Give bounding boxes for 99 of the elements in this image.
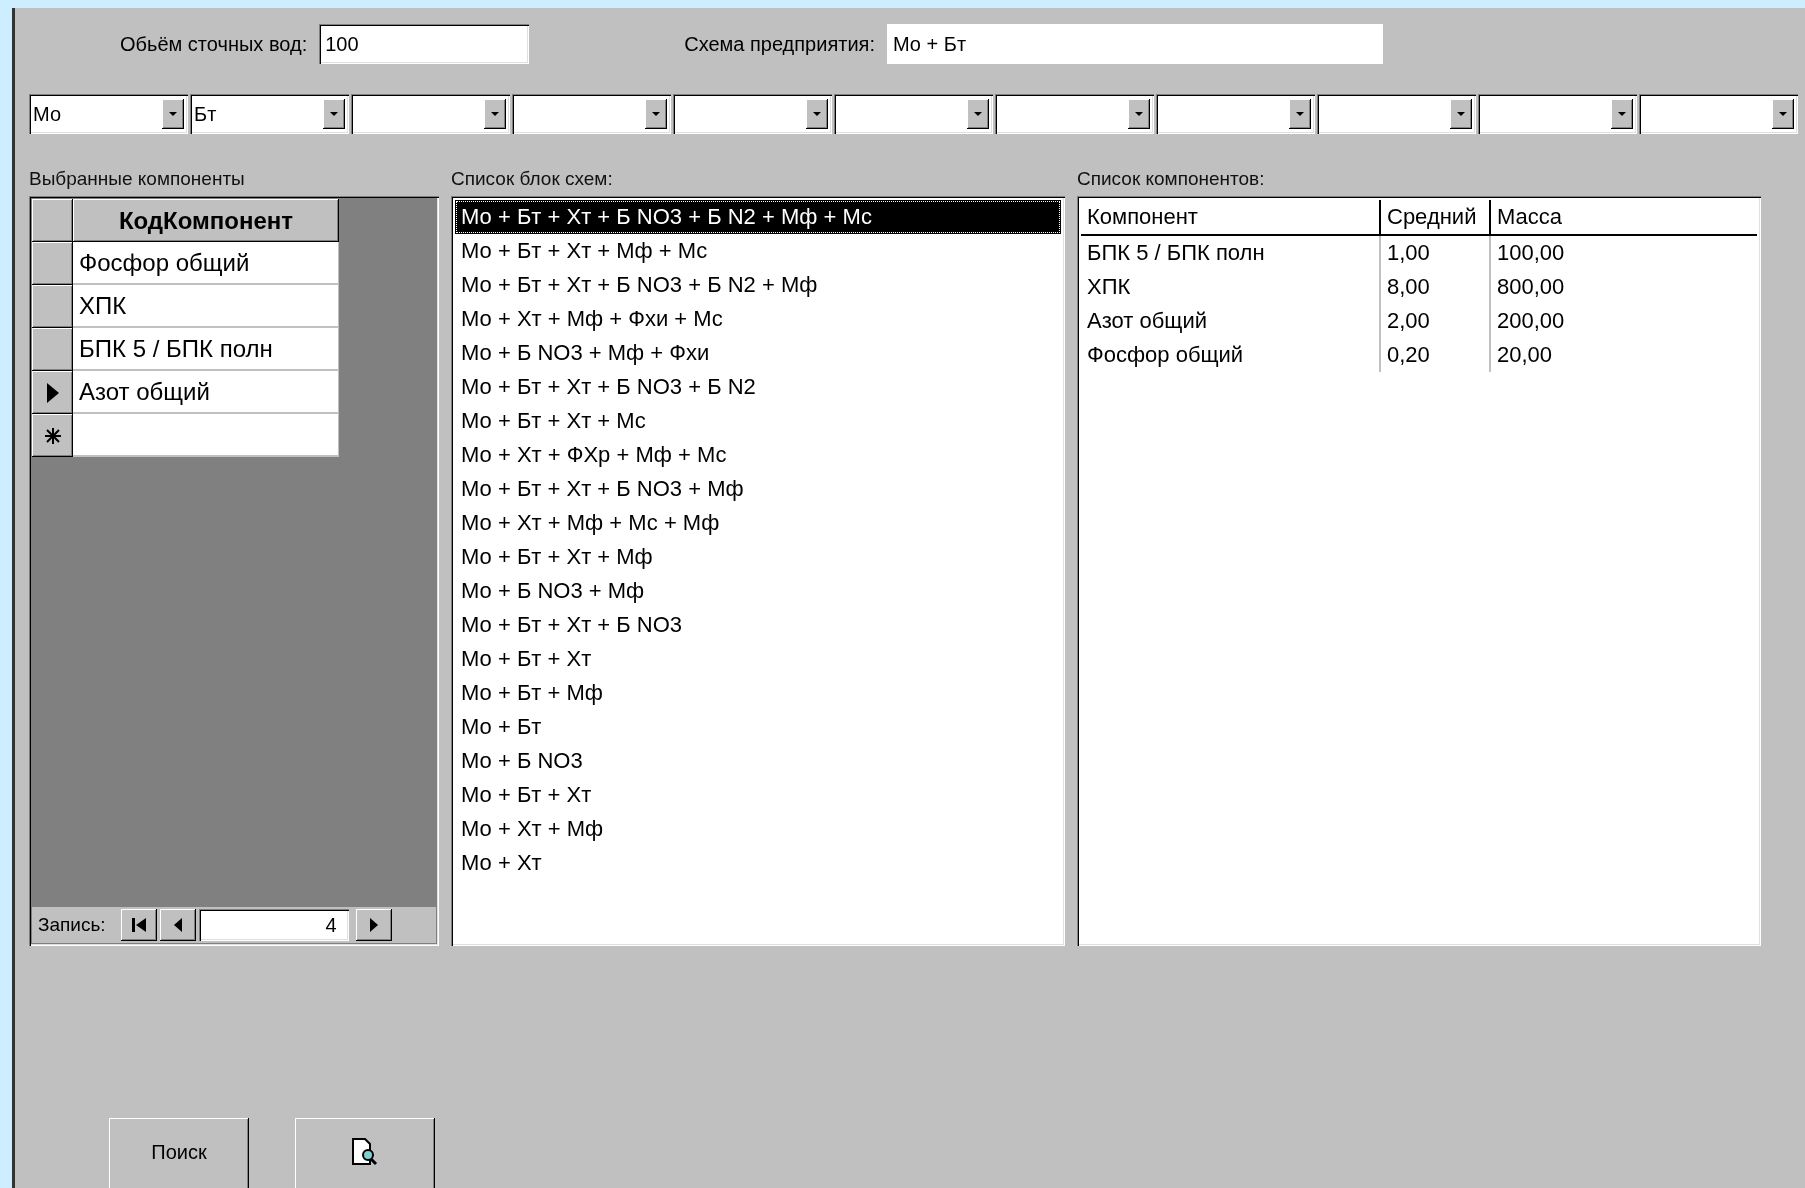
- caret-icon: [1135, 112, 1143, 116]
- caret-icon: [330, 112, 338, 116]
- table-cell: 8,00: [1381, 270, 1491, 304]
- field-label: Обьём сточных вод:: [120, 32, 308, 56]
- combo-box[interactable]: [1478, 94, 1637, 134]
- combo-box[interactable]: [673, 94, 832, 134]
- corner-cell[interactable]: [32, 199, 73, 242]
- dropdown-button[interactable]: [806, 99, 828, 129]
- table-cell[interactable]: Фосфор общий: [73, 242, 339, 285]
- dropdown-button[interactable]: [1611, 99, 1633, 129]
- list-item[interactable]: Мо + Бт + Хт + Б NO3 + Б N2 + Мф: [455, 268, 1061, 302]
- caret-icon: [491, 112, 499, 116]
- table-cell: 0,20: [1381, 338, 1491, 372]
- dropdown-button[interactable]: [967, 99, 989, 129]
- column-header: Масса: [1496, 203, 1564, 231]
- combo-box[interactable]: [995, 94, 1154, 134]
- record-selector[interactable]: [32, 414, 73, 457]
- combo-box[interactable]: [1317, 94, 1476, 134]
- caret-icon: [1779, 112, 1787, 116]
- caret-icon: [169, 112, 177, 116]
- first-record-icon: [131, 918, 146, 932]
- dropdown-button[interactable]: [645, 99, 667, 129]
- dropdown-button[interactable]: [1128, 99, 1150, 129]
- list-item[interactable]: Мо + Бт + Хт: [455, 778, 1061, 812]
- list-item[interactable]: Мо + Хт: [455, 846, 1061, 880]
- list-item[interactable]: Мо + Хт + Мф + Мс + Мф: [455, 506, 1061, 540]
- section-label: Выбранные компоненты: [29, 168, 246, 190]
- dropdown-button[interactable]: [484, 99, 506, 129]
- record-selector[interactable]: [32, 285, 73, 328]
- table-cell-text: 20,00: [1496, 341, 1554, 369]
- section-label: Список блок схем:: [451, 168, 614, 190]
- document-magnifier-icon: [352, 1138, 378, 1166]
- text-field[interactable]: Мо + Бт: [886, 24, 1383, 64]
- field-label: Схема предприятия:: [684, 32, 875, 56]
- table-cell[interactable]: Азот общий: [73, 371, 339, 414]
- combo-box[interactable]: [1639, 94, 1798, 134]
- list-item[interactable]: Мо + Б NO3 + Мф: [455, 574, 1061, 608]
- record-selector[interactable]: [32, 371, 73, 414]
- table-cell-text: 200,00: [1496, 307, 1566, 335]
- table-cell[interactable]: БПК 5 / БПК полн: [73, 328, 339, 371]
- list-item[interactable]: Мо + Бт + Хт: [455, 642, 1061, 676]
- table-cell: Фосфор общий: [1081, 338, 1381, 372]
- caret-icon: [1296, 112, 1304, 116]
- table-cell: 1,00: [1381, 236, 1491, 270]
- combo-box[interactable]: Мо: [29, 94, 188, 134]
- previous-record-button[interactable]: [159, 909, 196, 941]
- column-header: Компонент: [1081, 200, 1381, 234]
- preview-button[interactable]: [295, 1118, 435, 1188]
- combo-box[interactable]: Бт: [190, 94, 349, 134]
- list-item[interactable]: Мо + Хт + ФХр + Мф + Мс: [455, 438, 1061, 472]
- combo-box[interactable]: [1156, 94, 1315, 134]
- dropdown-button[interactable]: [1772, 99, 1794, 129]
- text-field[interactable]: 100: [319, 24, 530, 64]
- list-item[interactable]: Мо + Бт + Хт + Б NO3 + Б N2: [455, 370, 1061, 404]
- dropdown-button[interactable]: [323, 99, 345, 129]
- list-item[interactable]: Мо + Бт + Хт + Мф: [455, 540, 1061, 574]
- table-cell: ХПК: [1081, 270, 1381, 304]
- section-label: Список компонентов:: [1077, 168, 1266, 190]
- list-item[interactable]: Мо + Б NO3 + Мф + Фхи: [455, 336, 1061, 370]
- previous-record-icon: [173, 918, 182, 932]
- table-cell-text: 800,00: [1496, 273, 1566, 301]
- list-item[interactable]: Мо + Хт + Мф + Фхи + Мс: [455, 302, 1061, 336]
- caret-icon: [652, 112, 660, 116]
- table-cell: БПК 5 / БПК полн: [1081, 236, 1381, 270]
- combo-box[interactable]: [351, 94, 510, 134]
- table-cell-text: 100,00: [1496, 239, 1566, 267]
- record-selector[interactable]: [32, 242, 73, 285]
- caret-icon: [1618, 112, 1626, 116]
- combo-box[interactable]: [834, 94, 993, 134]
- list-item[interactable]: Мо + Бт + Хт + Мф + Мс: [455, 234, 1061, 268]
- record-selector[interactable]: [32, 328, 73, 371]
- new-record-icon: [43, 426, 62, 445]
- column-header: Средний: [1381, 200, 1491, 234]
- next-record-icon: [369, 918, 378, 932]
- first-record-button[interactable]: [120, 909, 157, 941]
- list-item[interactable]: Мо + Хт + Мф: [455, 812, 1061, 846]
- next-record-button[interactable]: [355, 909, 392, 941]
- list-item[interactable]: Мо + Бт + Хт + Мс: [455, 404, 1061, 438]
- dropdown-button[interactable]: [1289, 99, 1311, 129]
- record-number-field[interactable]: 4: [198, 909, 349, 941]
- search-button[interactable]: Поиск: [109, 1118, 249, 1188]
- caret-icon: [1457, 112, 1465, 116]
- column-header[interactable]: КодКомпонент: [73, 199, 339, 242]
- list-item[interactable]: Мо + Бт + Хт + Б NO3 + Б N2 + Мф + Мс: [455, 200, 1061, 234]
- dropdown-button[interactable]: [1450, 99, 1472, 129]
- table-cell[interactable]: [73, 414, 339, 457]
- table-cell: 2,00: [1381, 304, 1491, 338]
- list-item[interactable]: Мо + Бт: [455, 710, 1061, 744]
- caret-icon: [813, 112, 821, 116]
- combo-box[interactable]: [512, 94, 671, 134]
- list-item[interactable]: Мо + Б NO3: [455, 744, 1061, 778]
- list-item[interactable]: Мо + Бт + Хт + Б NO3: [455, 608, 1061, 642]
- record-label: Запись:: [38, 914, 106, 936]
- dropdown-button[interactable]: [162, 99, 184, 129]
- list-item[interactable]: Мо + Бт + Хт + Б NO3 + Мф: [455, 472, 1061, 506]
- list-item[interactable]: Мо + Бт + Мф: [455, 676, 1061, 710]
- caret-icon: [974, 112, 982, 116]
- table-cell[interactable]: ХПК: [73, 285, 339, 328]
- table-cell: Азот общий: [1081, 304, 1381, 338]
